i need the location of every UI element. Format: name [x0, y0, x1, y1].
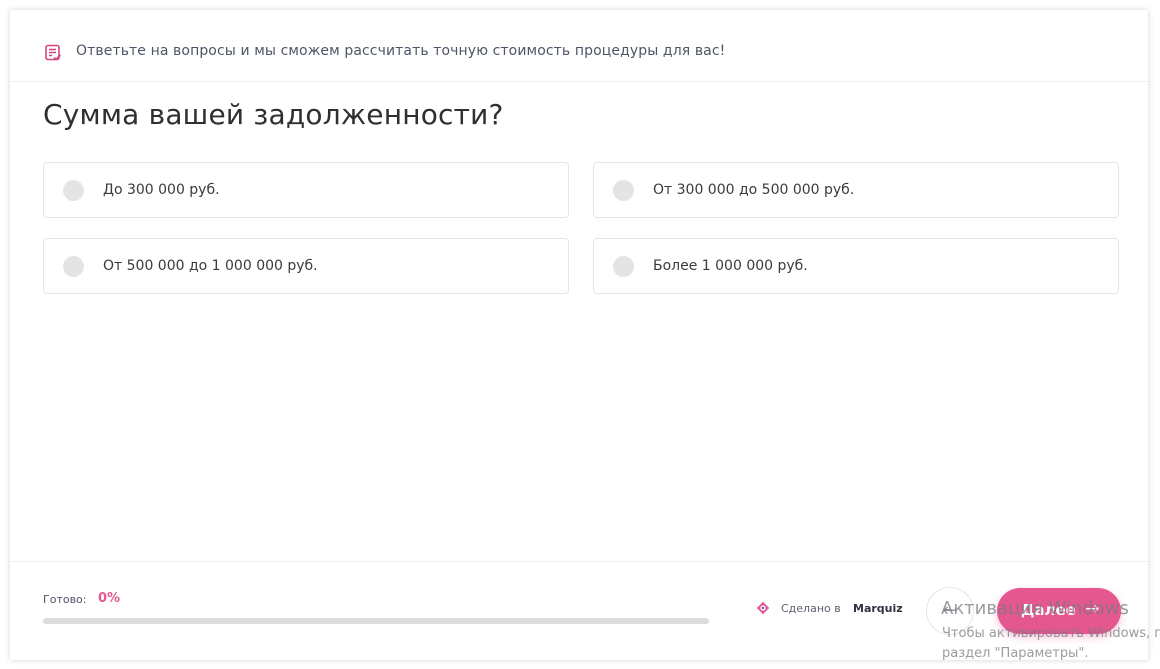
made-in-text: Сделано в: [781, 602, 841, 615]
next-button[interactable]: Далее →: [997, 588, 1121, 634]
header-text: Ответьте на вопросы и мы сможем рассчита…: [76, 43, 726, 59]
question-title: Сумма вашей задолженности?: [43, 98, 504, 131]
option-2[interactable]: От 300 000 до 500 000 руб.: [593, 162, 1119, 218]
option-label: От 500 000 до 1 000 000 руб.: [103, 258, 318, 274]
option-1[interactable]: До 300 000 руб.: [43, 162, 569, 218]
arrow-right-icon: →: [1085, 599, 1100, 619]
radio-button[interactable]: [613, 256, 634, 277]
quiz-card: Ответьте на вопросы и мы сможем рассчита…: [10, 10, 1148, 660]
back-button[interactable]: ←: [926, 587, 974, 635]
option-label: До 300 000 руб.: [103, 182, 220, 198]
made-in-brand: Marquiz: [853, 602, 903, 615]
radio-button[interactable]: [63, 180, 84, 201]
option-label: Более 1 000 000 руб.: [653, 258, 808, 274]
quiz-footer: Готово: 0% Сделано в Marquiz ← Далее →: [10, 561, 1148, 660]
arrow-left-icon: ←: [942, 600, 958, 621]
option-label: От 300 000 до 500 000 руб.: [653, 182, 855, 198]
progress-bar: [43, 618, 709, 624]
progress-label: Готово:: [43, 593, 87, 606]
radio-button[interactable]: [613, 180, 634, 201]
marquiz-logo-icon: [756, 601, 770, 615]
checklist-note-icon: [45, 44, 62, 61]
progress-value: 0%: [98, 591, 121, 606]
option-3[interactable]: От 500 000 до 1 000 000 руб.: [43, 238, 569, 294]
option-4[interactable]: Более 1 000 000 руб.: [593, 238, 1119, 294]
quiz-header: Ответьте на вопросы и мы сможем рассчита…: [10, 10, 1148, 82]
next-button-label: Далее: [1021, 601, 1076, 619]
radio-button[interactable]: [63, 256, 84, 277]
